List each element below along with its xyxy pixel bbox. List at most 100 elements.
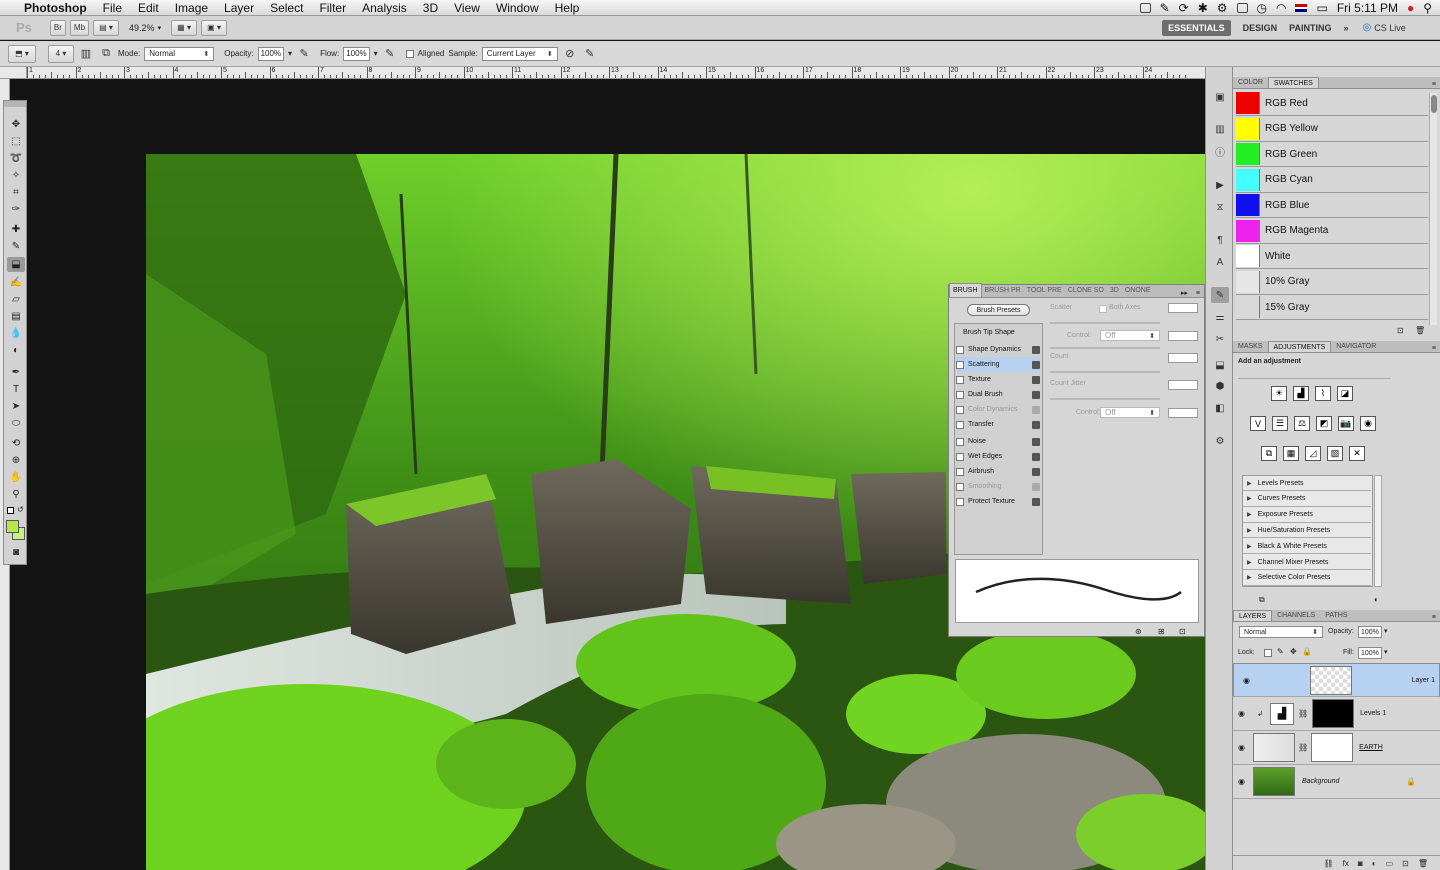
blur-tool-icon[interactable]: 💧: [7, 326, 25, 341]
layer-row-levels1[interactable]: ◉ ↲ ▟ ⛓ Levels 1: [1233, 697, 1440, 731]
swatch-item[interactable]: RGB Blue: [1236, 193, 1428, 218]
menu-analysis[interactable]: Analysis: [354, 0, 415, 16]
spotlight-search-icon[interactable]: ⚲: [1423, 1, 1432, 15]
eraser-tool-icon[interactable]: ▱: [7, 292, 25, 307]
tab-clone-source[interactable]: CLONE SO: [1065, 284, 1107, 297]
control2-input[interactable]: [1168, 408, 1198, 418]
user-icon[interactable]: ●: [1407, 1, 1414, 15]
disclosure-triangle-icon[interactable]: ▶: [1247, 574, 1252, 581]
toolbox-grip[interactable]: [4, 101, 26, 107]
clock[interactable]: Fri 5:11 PM: [1337, 1, 1398, 15]
brush-option-checkbox[interactable]: [956, 482, 964, 491]
brush-tool-icon[interactable]: ✎: [7, 239, 25, 254]
cs-live-icon[interactable]: ◎: [1362, 22, 1371, 33]
panel-menu-icon[interactable]: ≡: [1428, 81, 1440, 88]
link-icon[interactable]: ⛓: [1298, 743, 1308, 752]
brush-option-checkbox[interactable]: [956, 345, 964, 354]
character-panel-icon[interactable]: A: [1211, 254, 1229, 270]
brush-option-checkbox[interactable]: [956, 360, 964, 369]
lock-all-icon[interactable]: 🔒: [1302, 647, 1312, 656]
aligned-checkbox[interactable]: [405, 49, 414, 58]
brush-option-checkbox[interactable]: [956, 467, 964, 476]
menu-filter[interactable]: Filter: [311, 0, 354, 16]
flow-dropdown-icon[interactable]: ▾: [374, 49, 378, 58]
dropbox-icon[interactable]: [1236, 2, 1248, 13]
lock-image-icon[interactable]: ✎: [1277, 647, 1284, 656]
eyedropper-tool-icon[interactable]: ✑: [7, 202, 25, 217]
blend-mode-select[interactable]: Normal ⬍: [1239, 626, 1323, 638]
adjustment-preset-item[interactable]: ▶ Channel Mixer Presets: [1243, 555, 1371, 570]
clone-stamp-tool-icon[interactable]: ⬓: [7, 257, 25, 272]
visibility-eye-icon[interactable]: ◉: [1238, 676, 1255, 685]
swatch-item[interactable]: 15% Gray: [1236, 295, 1428, 320]
tool-preset-picker[interactable]: ⬒ ▾: [8, 44, 36, 63]
control-input[interactable]: [1168, 331, 1198, 341]
tab-swatches[interactable]: SWATCHES: [1267, 77, 1319, 88]
curves-icon[interactable]: ⌇: [1315, 386, 1331, 401]
sample-select[interactable]: Current Layer ⬍: [481, 46, 558, 61]
hue-saturation-icon[interactable]: ☰: [1272, 416, 1288, 431]
brush-option-item[interactable]: Dual Brush: [956, 387, 1040, 402]
tab-adjustments[interactable]: ADJUSTMENTS: [1267, 341, 1332, 352]
brightness-contrast-icon[interactable]: ☀: [1271, 386, 1287, 401]
count-jitter-input[interactable]: [1168, 380, 1198, 390]
brush-option-checkbox[interactable]: [956, 497, 964, 506]
wifi-icon[interactable]: ◠: [1276, 1, 1286, 15]
ignore-adjustment-layers-icon[interactable]: ⊘: [562, 46, 578, 62]
lasso-tool-icon[interactable]: ➰: [7, 151, 25, 166]
onone-panel-icon[interactable]: ◧: [1211, 400, 1229, 416]
crop-tool-icon[interactable]: ⌗: [7, 185, 25, 200]
scroll-thumb[interactable]: [1431, 95, 1437, 113]
shape-tool-icon[interactable]: ⬭: [7, 416, 25, 431]
time-machine-icon[interactable]: ◷: [1257, 1, 1267, 15]
3d-camera-tool-icon[interactable]: ⊕: [7, 453, 25, 468]
brush-option-item[interactable]: Transfer: [956, 417, 1040, 432]
bluetooth-icon[interactable]: ✱: [1198, 1, 1208, 15]
horizontal-ruler[interactable]: 1 2 3 4 5 6 7 8 9 10 11 12 13 14 15 16 17 18 19 20 21 22 23 24: [27, 67, 1205, 79]
grid-view-icon[interactable]: ⊞: [1158, 627, 1165, 636]
actions-panel-icon[interactable]: ▶: [1211, 177, 1229, 193]
lock-icon[interactable]: [1032, 497, 1040, 506]
gear-icon[interactable]: ⚙: [1217, 1, 1228, 15]
evernote-icon[interactable]: ✎: [1160, 1, 1170, 15]
menu-image[interactable]: Image: [167, 0, 216, 16]
default-colors-icon[interactable]: [7, 507, 14, 514]
paragraph-panel-icon[interactable]: ¶: [1211, 232, 1229, 248]
sync-icon[interactable]: ⟳: [1179, 1, 1189, 15]
photo-filter-icon[interactable]: 📷: [1338, 416, 1354, 431]
view-extras-button[interactable]: ▤ ▾: [93, 19, 120, 36]
layer-name[interactable]: Background: [1302, 778, 1339, 785]
path-selection-tool-icon[interactable]: ➤: [7, 399, 25, 414]
tab-tool-presets[interactable]: TOOL PRE: [1024, 284, 1065, 297]
scatter-slider[interactable]: [1050, 322, 1160, 324]
type-tool-icon[interactable]: T: [7, 382, 25, 397]
foreground-color-swatch[interactable]: [6, 520, 19, 533]
visibility-eye-icon[interactable]: ◉: [1233, 743, 1250, 752]
3d-rotate-tool-icon[interactable]: ⟲: [7, 436, 25, 451]
brush-option-item[interactable]: Smoothing: [956, 479, 1040, 494]
adjustment-preset-item[interactable]: ▶ Hue/Saturation Presets: [1243, 523, 1371, 539]
tab-paths[interactable]: PATHS: [1320, 610, 1352, 621]
brush-option-item[interactable]: Shape Dynamics: [956, 342, 1040, 357]
menu-3d[interactable]: 3D: [415, 0, 446, 16]
layer-row-layer1[interactable]: ◉ Layer 1: [1233, 663, 1440, 697]
gradient-map-icon[interactable]: ▧: [1327, 446, 1343, 461]
panel-menu-icon[interactable]: ≡: [1428, 614, 1440, 621]
swatch-item[interactable]: RGB Cyan: [1236, 168, 1428, 193]
lock-icon[interactable]: [1032, 437, 1040, 446]
menu-view[interactable]: View: [446, 0, 488, 16]
brush-option-checkbox[interactable]: [956, 420, 964, 429]
mode-select[interactable]: Normal ⬍: [144, 46, 215, 61]
lock-icon[interactable]: [1032, 405, 1040, 414]
pressure-size-icon[interactable]: ✎: [582, 46, 598, 62]
tab-channels[interactable]: CHANNELS: [1272, 610, 1320, 621]
layer-opacity-input[interactable]: 100%: [1358, 626, 1382, 638]
menu-layer[interactable]: Layer: [216, 0, 262, 16]
tab-layers[interactable]: LAYERS: [1233, 610, 1273, 621]
workspace-design[interactable]: DESIGN: [1243, 23, 1278, 33]
menu-edit[interactable]: Edit: [130, 0, 167, 16]
fill-dropdown-icon[interactable]: ▾: [1384, 648, 1388, 656]
clone-source-panel-icon[interactable]: ⬓: [1211, 357, 1229, 373]
zoom-tool-icon[interactable]: ⚲: [7, 487, 25, 502]
return-to-list-icon[interactable]: ⧉: [1259, 595, 1265, 605]
